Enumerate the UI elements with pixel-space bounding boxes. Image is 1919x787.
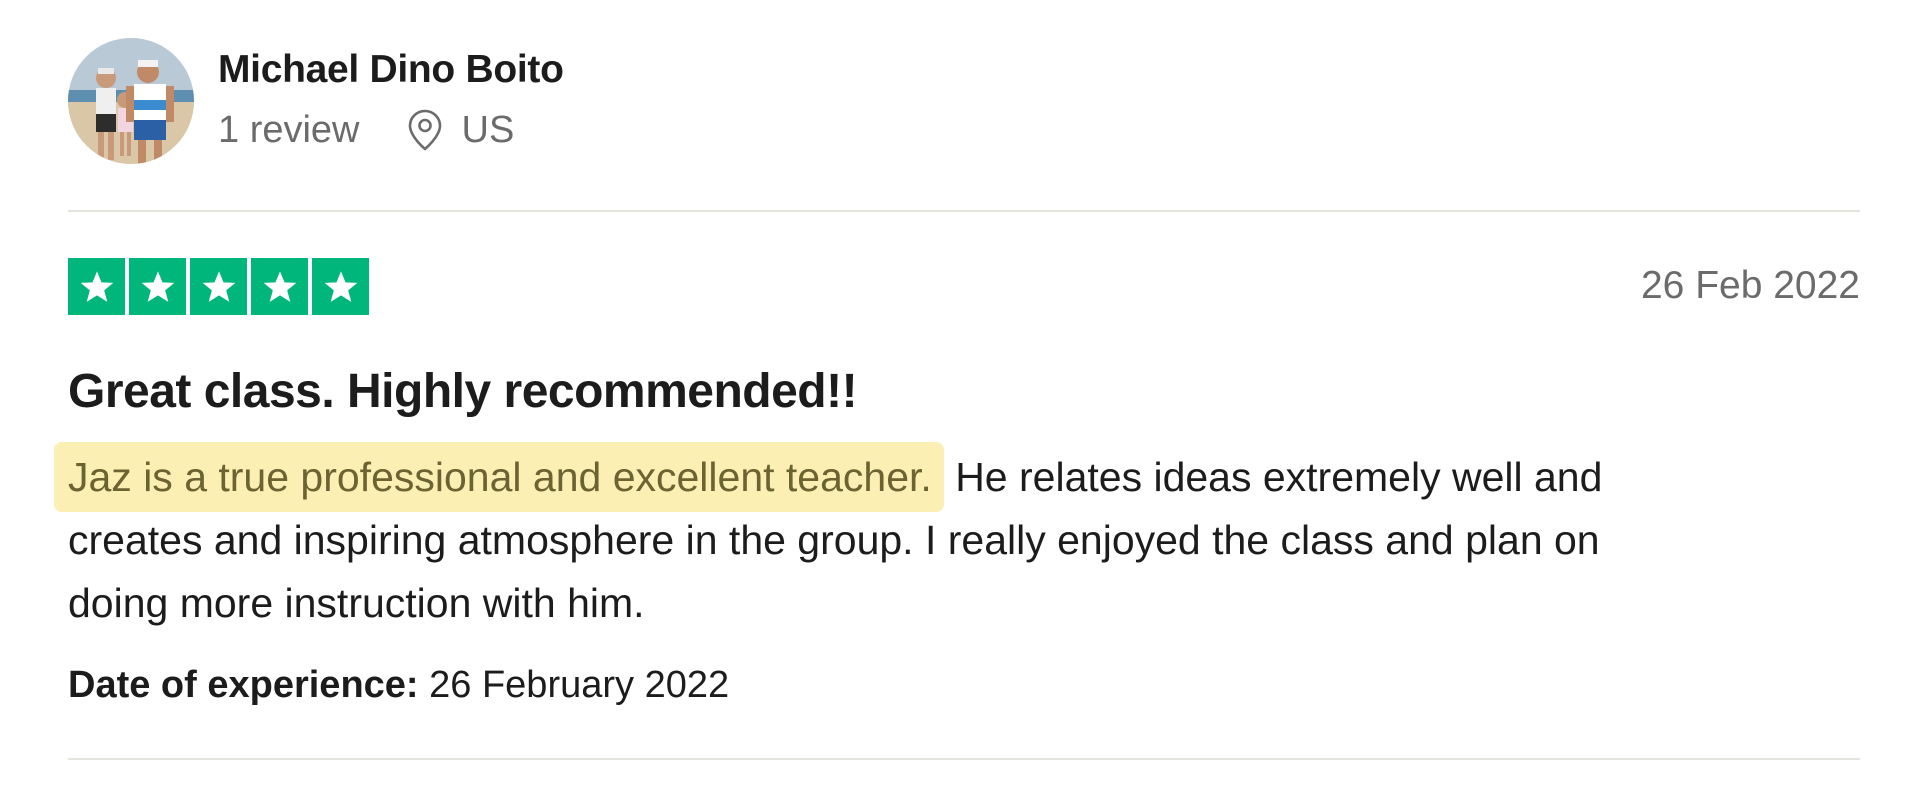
star-icon (68, 258, 125, 315)
consumer-country: US (461, 108, 515, 151)
consumer-info: Michael Dino Boito 1 review US (68, 38, 1860, 164)
divider (68, 758, 1860, 760)
star-icon (251, 258, 308, 315)
avatar-photo-icon (68, 38, 194, 164)
review-card: Michael Dino Boito 1 review US 26 Feb 20… (54, 0, 1860, 787)
date-of-experience: Date of experience: 26 February 2022 (68, 664, 729, 707)
review-body-line: Jaz is a true professional and excellent… (54, 442, 1860, 512)
review-body: Jaz is a true professional and excellent… (54, 442, 1860, 635)
experience-date: 26 February 2022 (429, 664, 730, 706)
star-icon (312, 258, 369, 315)
review-body-text: He relates ideas extremely well and (955, 454, 1603, 500)
review-count[interactable]: 1 review (218, 109, 360, 152)
highlighted-text: Jaz is a true professional and excellent… (54, 442, 944, 512)
consumer-name[interactable]: Michael Dino Boito (218, 48, 564, 92)
review-title[interactable]: Great class. Highly recommended!! (68, 364, 858, 419)
review-body-line: doing more instruction with him. (68, 580, 645, 626)
star-icon (190, 258, 247, 315)
review-body-line: creates and inspiring atmosphere in the … (68, 517, 1600, 563)
divider (68, 210, 1860, 212)
consumer-avatar[interactable] (68, 38, 194, 164)
consumer-meta: 1 review US (218, 106, 514, 154)
star-icon (129, 258, 186, 315)
review-date: 26 Feb 2022 (1640, 264, 1860, 307)
location-pin-icon (408, 109, 442, 151)
star-rating (68, 258, 369, 315)
experience-label: Date of experience: (68, 664, 419, 706)
